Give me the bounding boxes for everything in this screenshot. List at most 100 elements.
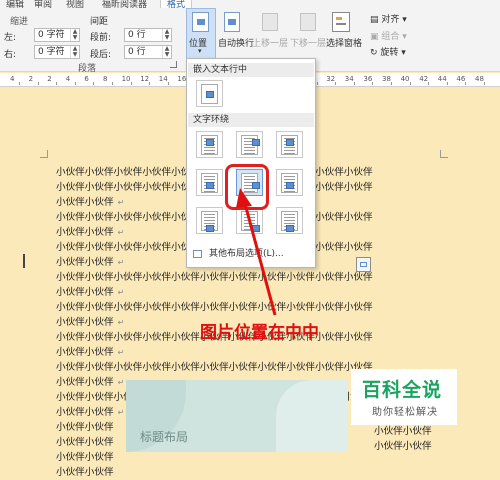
tab-view[interactable]: 视图: [66, 0, 84, 8]
ruler-number: 8: [103, 75, 108, 83]
document-line: 小伙伴小伙伴 ↵: [56, 377, 125, 388]
document-line: 小伙伴小伙伴: [56, 437, 114, 448]
ruler-number: 36: [363, 75, 373, 83]
spacing-group-title: 间距: [90, 17, 109, 27]
ruler-tick: [74, 82, 76, 85]
ruler-number: 44: [437, 75, 447, 83]
ruler-tick: [130, 82, 132, 85]
wrap-text-button[interactable]: 自动换行: [218, 36, 254, 49]
ruler-number: 46: [456, 75, 466, 83]
picture-caption: 标题布局: [140, 430, 189, 444]
ruler-number: 16: [177, 75, 187, 83]
spacing-after-label: 段后:: [90, 50, 112, 60]
align-button[interactable]: ▤ 对齐 ▾: [370, 12, 407, 25]
logo-title: 百科全说: [362, 379, 443, 401]
paragraph-mark-icon: ↵: [117, 348, 125, 357]
group-button[interactable]: ▣ 组合 ▾: [370, 29, 407, 42]
margin-mark-right: [440, 150, 448, 158]
spacing-before-field[interactable]: 0 行 ▲ ▼: [124, 28, 172, 42]
ruler-number: 14: [158, 75, 168, 83]
wrap-option-top-center[interactable]: [236, 131, 263, 158]
ruler-tick: [37, 82, 39, 85]
annotation-text: 图片位置在中中: [200, 323, 319, 343]
indent-right-label: 右:: [4, 50, 17, 60]
paragraph-mark-icon: ↵: [117, 318, 125, 327]
ruler-number: 12: [140, 75, 150, 83]
document-line: 小伙伴小伙伴 ↵: [56, 407, 125, 418]
ruler-number: 42: [419, 75, 429, 83]
wrap-option-top-left[interactable]: [196, 131, 223, 158]
ruler-number: 40: [400, 75, 410, 83]
document-line: 小伙伴小伙伴: [56, 422, 114, 433]
logo-subtitle: 助你轻松解决: [372, 407, 438, 418]
document-line: 小伙伴小伙伴 ↵: [56, 347, 125, 358]
paragraph-mark-icon: ↵: [117, 408, 125, 417]
paragraph-dialog-launcher-icon[interactable]: [170, 61, 177, 68]
ruler-number: 32: [326, 75, 336, 83]
document-line: 小伙伴小伙伴 ↵: [56, 227, 125, 238]
ruler-tick: [372, 82, 374, 85]
wrap-option-bottom-left[interactable]: [196, 207, 223, 234]
ruler-number: 10: [121, 75, 131, 83]
ruler-tick: [149, 82, 151, 85]
paragraph-mark-icon: ↵: [117, 258, 125, 267]
indent-right-field[interactable]: 0 字符 ▲ ▼: [34, 45, 80, 59]
tab-foxit[interactable]: 福昕阅读器: [102, 0, 147, 8]
ruler-number: 6: [84, 75, 89, 83]
ruler-tick: [112, 82, 113, 85]
document-line: 小伙伴小伙伴小伙伴小伙伴小伙伴小伙伴小伙伴小伙伴小伙伴小伙伴小伙伴: [56, 272, 373, 283]
ruler-number: 38: [382, 75, 391, 83]
bring-forward-icon: [262, 13, 278, 31]
ruler-number: 4: [65, 75, 71, 83]
send-backward-button[interactable]: 下移一层: [290, 36, 326, 49]
position-icon: [192, 12, 209, 32]
layout-options-small-icon: [193, 250, 202, 258]
paragraph-mark-icon: ↵: [117, 378, 125, 387]
ruler-tick: [484, 82, 485, 85]
paragraph-mark-icon: ↵: [117, 288, 125, 297]
document-line: 小伙伴小伙伴 ↵: [56, 287, 125, 298]
ruler-tick: [167, 82, 169, 85]
ruler-tick: [428, 82, 430, 85]
paragraph-mark-icon: ↵: [117, 198, 125, 207]
ruler-tick: [335, 82, 337, 85]
ruler-number: 48: [475, 75, 484, 83]
selection-pane-icon: [332, 12, 350, 32]
document-line: 小伙伴小伙伴小伙伴小伙伴小伙伴小伙伴小伙伴小伙伴小伙伴小伙伴小伙伴: [56, 302, 373, 313]
spacing-after-field[interactable]: 0 行 ▲ ▼: [124, 45, 172, 59]
ruler-tick: [465, 82, 467, 85]
indent-left-field[interactable]: 0 字符 ▲ ▼: [34, 28, 80, 42]
layout-options-icon[interactable]: [356, 257, 371, 272]
ruler-number: 34: [344, 75, 354, 83]
indent-left-label: 左:: [4, 33, 17, 43]
selection-pane-button[interactable]: 选择窗格: [326, 36, 362, 49]
tab-review[interactable]: 审阅: [34, 0, 52, 8]
document-line: 小伙伴小伙伴 ↵: [56, 197, 125, 208]
wrap-option-top-right[interactable]: [276, 131, 303, 158]
document-line: 小伙伴小伙伴: [56, 467, 114, 478]
tab-format[interactable]: 格式: [160, 0, 193, 8]
margin-mark-left: [40, 150, 48, 158]
indent-group-title: 缩进: [10, 17, 29, 27]
document-line: 小伙伴小伙伴 ↵: [56, 317, 125, 328]
paragraph-mark-icon: ↵: [117, 228, 125, 237]
ruler-tick: [56, 82, 58, 85]
wrap-option-middle-left[interactable]: [196, 169, 223, 196]
annotation-arrow: [236, 188, 277, 316]
ruler-tick: [19, 82, 20, 85]
document-line: 小伙伴小伙伴 ↵: [56, 257, 125, 268]
tab-row: 编辑 审阅 视图 福昕阅读器 格式: [0, 0, 500, 8]
ruler-tick: [353, 82, 355, 85]
ruler-number: 2: [28, 75, 34, 83]
document-line: 小伙伴小伙伴: [56, 452, 114, 463]
ruler-tick: [391, 82, 392, 85]
wrap-text-icon: [224, 12, 240, 32]
bring-forward-button[interactable]: 上移一层: [252, 36, 288, 49]
document-line: 小伙伴小伙伴小伙伴小伙伴小伙伴小伙伴小伙伴小伙伴小伙伴小伙伴小伙伴: [56, 362, 373, 373]
rotate-button[interactable]: ↻ 旋转 ▾: [370, 45, 406, 58]
ruler-tick: [409, 82, 411, 85]
ruler-tick: [446, 82, 448, 85]
tab-edit[interactable]: 编辑: [6, 0, 24, 8]
send-backward-icon: [300, 13, 316, 31]
right-text-fragment: 小伙伴小伙伴: [374, 426, 432, 437]
